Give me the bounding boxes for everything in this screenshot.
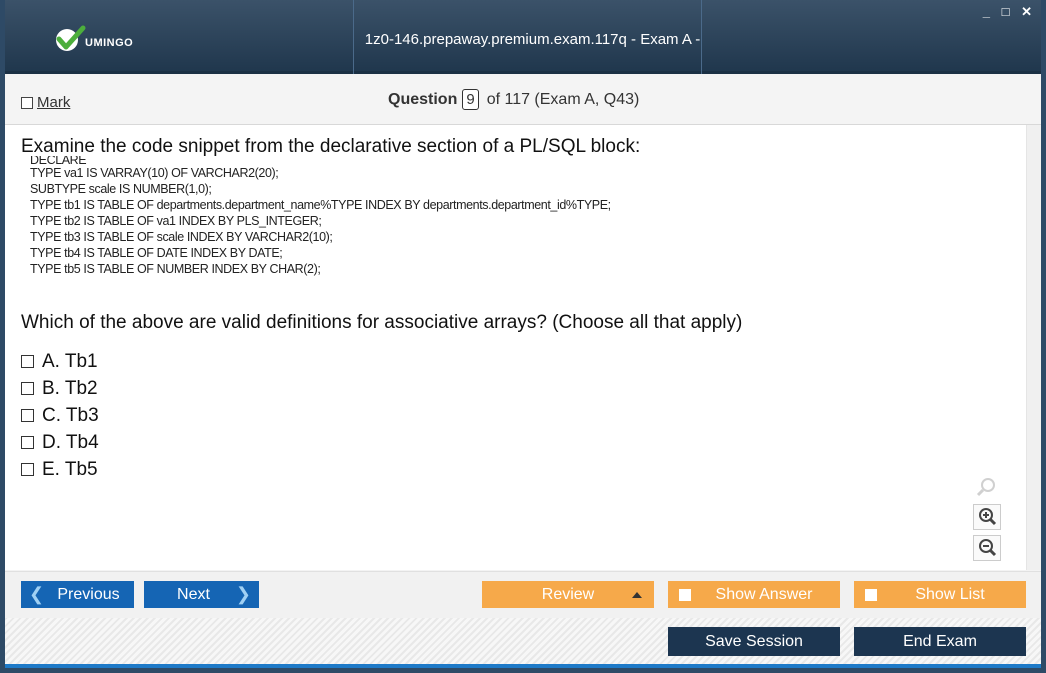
search-icon[interactable] [973,475,999,499]
code-line: DECLARE [30,156,87,165]
code-line: TYPE tb5 IS TABLE OF NUMBER INDEX BY CHA… [30,262,321,276]
previous-label: Previous [57,586,120,603]
show-answer-label: Show Answer [715,586,813,603]
question-text: Which of the above are valid definitions… [21,312,743,333]
chevron-right-icon: ❯ [235,584,251,604]
mark-checkbox-box[interactable] [21,96,33,109]
question-label: Question [388,90,458,108]
mark-label[interactable]: Mark [37,94,70,111]
show-list-checkbox[interactable] [865,589,877,601]
window-border [0,668,1046,673]
show-answer-checkbox[interactable] [679,589,691,601]
show-list-label: Show List [915,586,985,603]
triangle-up-icon [632,592,642,598]
question-number-input[interactable]: 9 [462,89,479,110]
answer-option-d[interactable]: D. Tb4 [21,429,99,456]
navigation-bar: ❮ Previous Next ❯ Review Show Answer Sho… [5,571,1041,618]
answer-list: A. Tb1 B. Tb2 C. Tb3 D. Tb4 E. Tb5 [21,348,99,483]
code-line: TYPE va1 IS VARRAY(10) OF VARCHAR2(20); [30,166,279,180]
code-line: TYPE tb3 IS TABLE OF scale INDEX BY VARC… [30,230,333,244]
show-answer-button[interactable]: Show Answer [668,581,840,608]
previous-button[interactable]: ❮ Previous [21,581,134,608]
review-label: Review [541,586,595,603]
window-controls[interactable]: _ □ ✕ [983,4,1036,20]
title-divider [353,0,354,74]
app-window: UMINGO 1z0-146.prepaway.premium.exam.117… [0,0,1046,673]
chevron-left-icon: ❮ [29,584,45,604]
question-counter: Question 9 of 117 (Exam A, Q43) [388,89,639,110]
window-title: 1z0-146.prepaway.premium.exam.117q - Exa… [364,31,701,128]
question-header: Mark Question 9 of 117 (Exam A, Q43) [5,77,1041,125]
review-button[interactable]: Review [482,581,654,608]
session-bar: Save Session End Exam [5,618,1041,664]
answer-label[interactable]: E. Tb5 [42,459,98,481]
answer-option-e[interactable]: E. Tb5 [21,456,99,483]
answer-label[interactable]: A. Tb1 [42,351,98,373]
answer-checkbox[interactable] [21,463,34,476]
end-exam-button[interactable]: End Exam [854,627,1026,656]
code-snippet: DECLARE TYPE va1 IS VARRAY(10) OF VARCHA… [30,156,611,277]
answer-option-c[interactable]: C. Tb3 [21,402,99,429]
window-border [0,0,5,673]
window-border [1041,0,1046,673]
question-intro: Examine the code snippet from the declar… [21,136,641,157]
mark-checkbox[interactable]: Mark [21,94,70,111]
save-session-button[interactable]: Save Session [668,627,840,656]
logo-text: UMINGO [85,37,134,49]
zoom-out-icon[interactable] [973,535,1001,561]
logo-check-icon [56,25,86,51]
code-line: TYPE tb1 IS TABLE OF departments.departm… [30,198,611,212]
answer-checkbox[interactable] [21,409,34,422]
next-button[interactable]: Next ❯ [144,581,259,608]
logo: UMINGO [53,24,133,54]
answer-option-b[interactable]: B. Tb2 [21,375,99,402]
answer-checkbox[interactable] [21,382,34,395]
zoom-controls [973,475,1001,566]
code-line: SUBTYPE scale IS NUMBER(1,0); [30,182,212,196]
answer-checkbox[interactable] [21,436,34,449]
question-content: Examine the code snippet from the declar… [5,125,1041,570]
title-bar: UMINGO 1z0-146.prepaway.premium.exam.117… [5,0,1041,128]
answer-option-a[interactable]: A. Tb1 [21,348,99,375]
answer-label[interactable]: D. Tb4 [42,432,99,454]
answer-label[interactable]: B. Tb2 [42,378,98,400]
code-line: TYPE tb4 IS TABLE OF DATE INDEX BY DATE; [30,246,283,260]
code-line: TYPE tb2 IS TABLE OF va1 INDEX BY PLS_IN… [30,214,322,228]
next-label: Next [177,586,210,603]
question-of: of 117 (Exam A, Q43) [486,90,640,108]
scrollbar[interactable] [1026,125,1041,570]
answer-label[interactable]: C. Tb3 [42,405,99,427]
answer-checkbox[interactable] [21,355,34,368]
show-list-button[interactable]: Show List [854,581,1026,608]
zoom-in-icon[interactable] [973,504,1001,530]
